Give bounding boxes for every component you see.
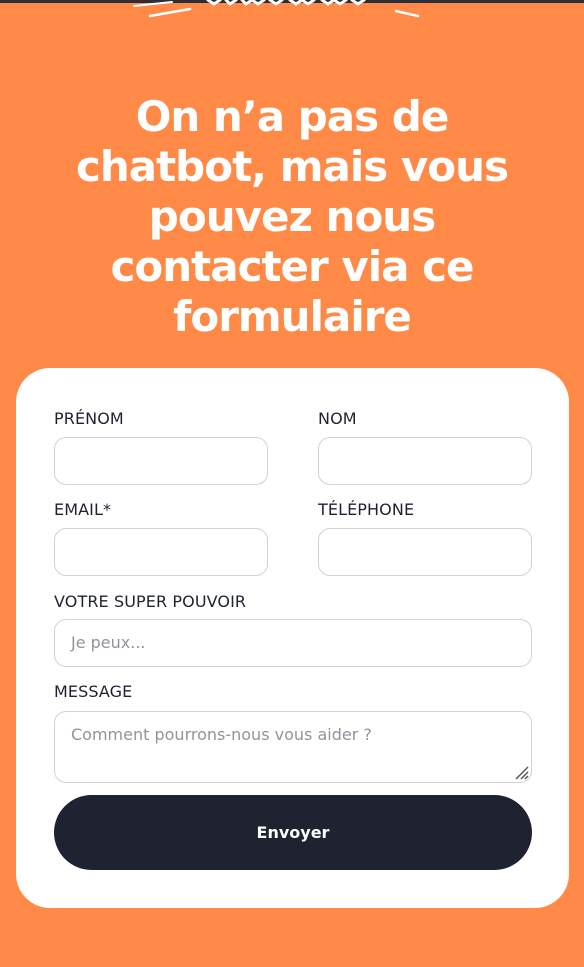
- page-title: On n’a pas de chatbot, mais vous pouvez …: [75, 92, 509, 341]
- phone-field[interactable]: [318, 528, 532, 576]
- email-field[interactable]: [54, 528, 268, 576]
- message-label: MESSAGE: [54, 682, 133, 701]
- message-placeholder: Comment pourrons-nous vous aider ?: [71, 725, 372, 744]
- contact-form: PRÉNOM NOM EMAIL* TÉLÉPHONE VOTRE SUPER …: [16, 368, 569, 908]
- first-name-label: PRÉNOM: [54, 409, 124, 428]
- last-name-label: NOM: [318, 409, 357, 428]
- decorative-strokes: [133, 0, 420, 18]
- message-field[interactable]: Comment pourrons-nous vous aider ?: [54, 711, 532, 783]
- resize-handle-icon[interactable]: [513, 764, 529, 780]
- phone-label: TÉLÉPHONE: [318, 500, 415, 519]
- first-name-field[interactable]: [54, 437, 268, 485]
- superpower-field[interactable]: Je peux...: [54, 619, 532, 667]
- superpower-label: VOTRE SUPER POUVOIR: [54, 592, 247, 611]
- email-label: EMAIL*: [54, 500, 112, 519]
- submit-button[interactable]: Envoyer: [54, 795, 532, 870]
- last-name-field[interactable]: [318, 437, 532, 485]
